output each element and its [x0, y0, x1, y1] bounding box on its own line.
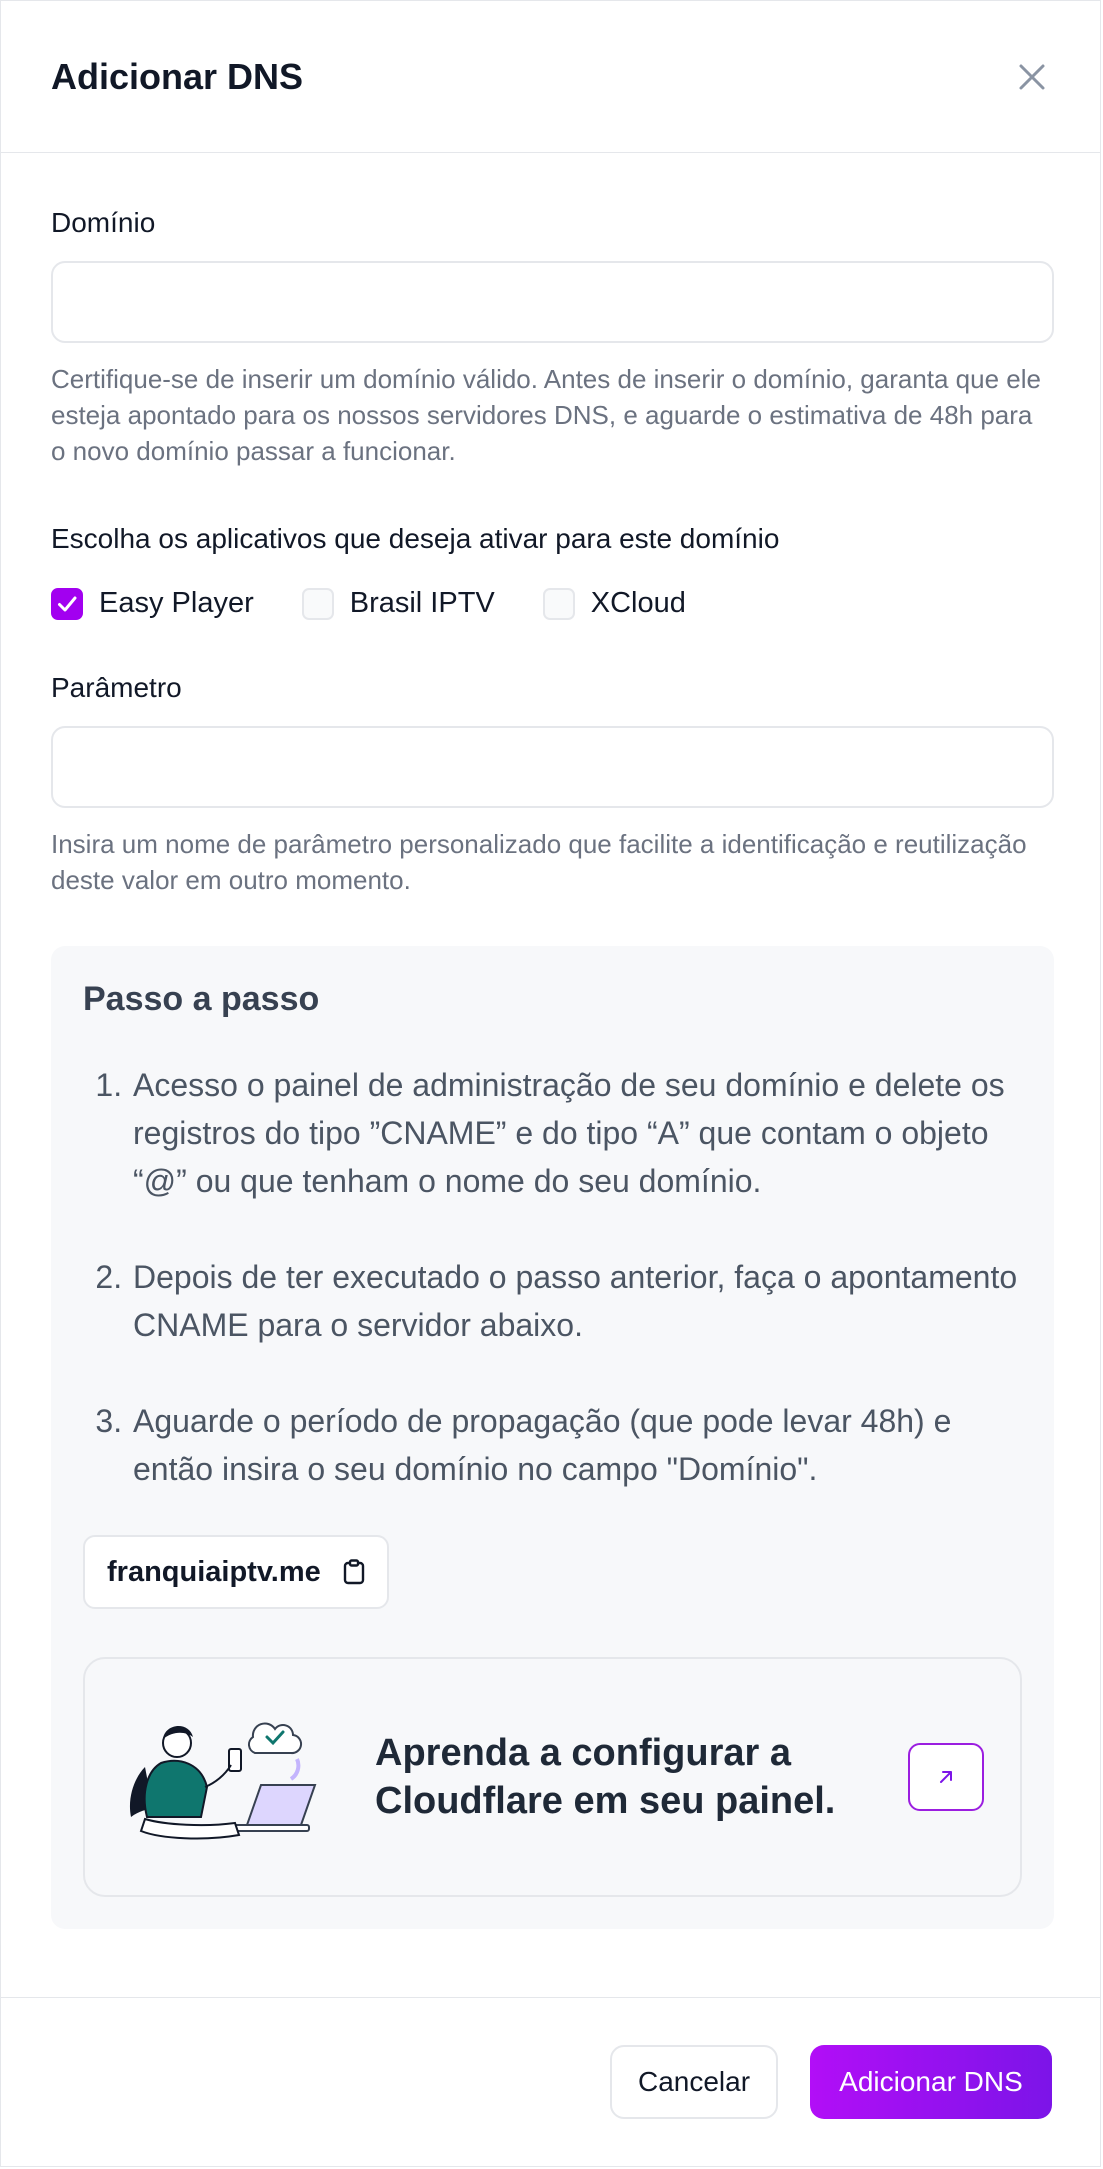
checkbox-xcloud[interactable]	[542, 587, 575, 620]
domain-label: Domínio	[51, 207, 156, 238]
step-item: Aguarde o período de propagação (que pod…	[131, 1397, 1022, 1493]
checkbox-label: Easy Player	[99, 587, 254, 619]
close-button[interactable]	[1012, 57, 1052, 97]
cloudflare-text: Aprenda a configurar a Cloudflare em seu…	[375, 1732, 836, 1822]
param-input[interactable]	[51, 726, 1054, 808]
apps-label: Escolha os aplicativos que deseja ativar…	[51, 523, 780, 554]
app-checkbox-brasil-iptv[interactable]: Brasil IPTV	[301, 587, 495, 620]
domain-input[interactable]	[51, 261, 1054, 343]
param-label: Parâmetro	[51, 672, 182, 703]
support-illustration	[129, 1722, 317, 1840]
checkbox-label: XCloud	[590, 587, 686, 619]
param-help-text: Insira um nome de parâmetro personalizad…	[51, 829, 1027, 895]
checkbox-label: Brasil IPTV	[349, 587, 495, 619]
apps-checkbox-group: Easy Player Brasil IPTV XCloud	[51, 587, 1050, 620]
add-dns-button[interactable]: Adicionar DNS	[810, 2045, 1052, 2119]
cancel-button[interactable]: Cancelar	[610, 2045, 778, 2119]
steps-panel: Passo a passo Acesso o painel de adminis…	[51, 946, 1054, 1929]
add-dns-modal: Adicionar DNS Domínio Certifique-se de i…	[0, 0, 1101, 2167]
steps-list: Acesso o painel de administração de seu …	[83, 1061, 1022, 1493]
cloudflare-card: Aprenda a configurar a Cloudflare em seu…	[83, 1657, 1022, 1897]
server-name: franquiaiptv.me	[107, 1555, 321, 1588]
modal-footer: Cancelar Adicionar DNS	[1, 1997, 1100, 2166]
domain-help-text: Certifique-se de inserir um domínio váli…	[51, 364, 1041, 466]
check-icon	[58, 596, 77, 611]
arrow-up-right-icon	[940, 1771, 952, 1783]
step-item: Depois de ter executado o passo anterior…	[131, 1253, 1022, 1349]
modal-title: Adicionar DNS	[51, 55, 304, 97]
cloudflare-link-button[interactable]	[908, 1743, 984, 1811]
modal-header: Adicionar DNS	[1, 1, 1100, 153]
steps-title: Passo a passo	[83, 980, 320, 1018]
modal-body: Domínio Certifique-se de inserir um domí…	[1, 153, 1100, 1929]
copy-server-button[interactable]: franquiaiptv.me	[83, 1535, 389, 1609]
app-checkbox-easy-player[interactable]: Easy Player	[51, 587, 254, 620]
clipboard-icon	[343, 1559, 364, 1585]
checkbox-brasil-iptv[interactable]	[301, 587, 334, 620]
checkbox-easy-player[interactable]	[51, 587, 83, 620]
close-icon	[1019, 64, 1045, 89]
app-checkbox-xcloud[interactable]: XCloud	[542, 587, 686, 620]
step-item: Acesso o painel de administração de seu …	[131, 1061, 1022, 1205]
